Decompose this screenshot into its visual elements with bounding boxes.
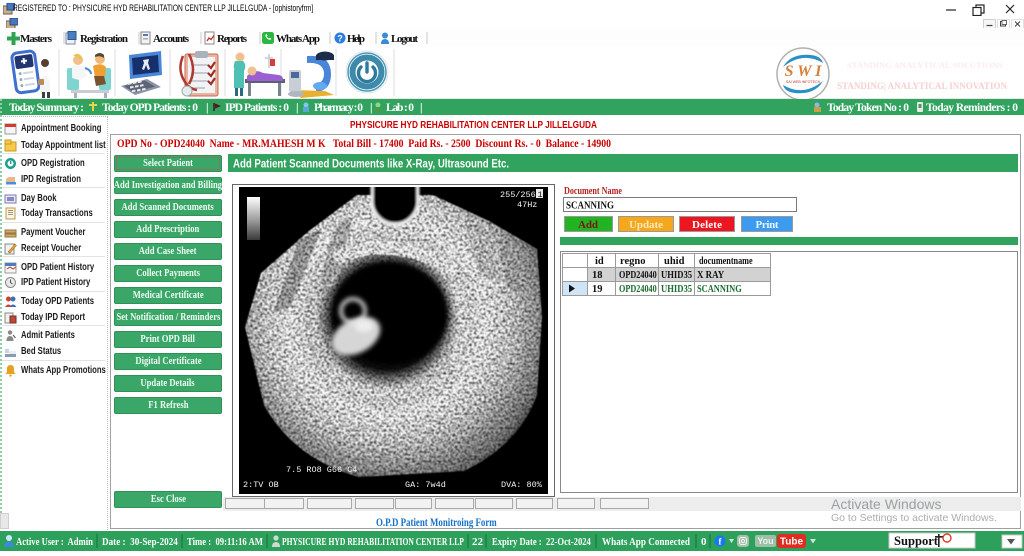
svg-text:STANDING| ANALYTICAL INNOVATIO: STANDING| ANALYTICAL INNOVATION xyxy=(837,81,1007,91)
svg-text:Help: Help xyxy=(347,33,365,45)
svg-text:Document Name: Document Name xyxy=(564,185,623,198)
svg-text:Reports: Reports xyxy=(217,33,248,45)
svg-text:SCANNING: SCANNING xyxy=(697,284,742,295)
svg-text:Support: Support xyxy=(894,533,939,548)
svg-text:regno: regno xyxy=(620,256,645,267)
svg-text:S W I: S W I xyxy=(785,63,823,80)
svg-text:Pharmacy : 0: Pharmacy : 0 xyxy=(314,102,363,114)
svg-text:Active User : Admin: Active User : Admin xyxy=(16,536,93,548)
svg-text:|: | xyxy=(420,102,423,114)
svg-text:IPD Patients : 0: IPD Patients : 0 xyxy=(225,102,289,114)
svg-text:|: | xyxy=(370,102,373,114)
svg-text:|: | xyxy=(206,102,209,114)
svg-text:X RAY: X RAY xyxy=(697,269,724,281)
svg-text:PHYSICURE HYD REHABILITATION C: PHYSICURE HYD REHABILITATION CENTER LLP … xyxy=(350,120,597,131)
svg-text:1: 1 xyxy=(538,190,543,200)
svg-text:Time : 09:11:16 AM: Time : 09:11:16 AM xyxy=(187,536,263,548)
svg-text:OPD24040: OPD24040 xyxy=(619,284,657,295)
svg-text:Today Token No : 0: Today Token No : 0 xyxy=(827,102,909,114)
svg-text:PHYSICURE HYD REHABILITATION C: PHYSICURE HYD REHABILITATION CENTER LLP xyxy=(282,537,464,549)
svg-text:Masters: Masters xyxy=(20,33,53,45)
svg-text:Accounts: Accounts xyxy=(153,33,190,45)
svg-text:Registration: Registration xyxy=(80,33,128,45)
svg-text:id: id xyxy=(595,256,604,267)
svg-text:OPD No - OPD24040 Name - MR.M: OPD No - OPD24040 Name - MR.MAHESH M K T… xyxy=(117,138,611,150)
svg-text:?: ? xyxy=(337,34,343,44)
svg-text:Today OPD Patients : 0: Today OPD Patients : 0 xyxy=(102,102,198,114)
svg-text:GA: 7w4d: GA: 7w4d xyxy=(405,480,446,490)
svg-text:STANDING ANALYTICAL SOLUTIONS: STANDING ANALYTICAL SOLUTIONS xyxy=(847,60,1003,70)
svg-text:7.5 RO8 G66 C4: 7.5 RO8 G66 C4 xyxy=(286,465,357,475)
svg-text:Delete: Delete xyxy=(692,219,722,231)
svg-text:Whats App: Whats App xyxy=(276,33,320,45)
svg-text:Print: Print xyxy=(756,219,779,231)
svg-text:Expiry Date : 22-Oct-2024: Expiry Date : 22-Oct-2024 xyxy=(492,536,591,548)
svg-text:|: | xyxy=(296,102,299,114)
svg-text:Update: Update xyxy=(629,219,663,231)
svg-text:255/256: 255/256 xyxy=(500,190,536,200)
svg-text:Add: Add xyxy=(578,219,598,231)
svg-text:You: You xyxy=(757,536,773,546)
svg-text:Today Reminders : 0: Today Reminders : 0 xyxy=(926,102,1018,114)
svg-text:OPD24040: OPD24040 xyxy=(619,270,657,281)
svg-text:DVA: 80%: DVA: 80% xyxy=(501,480,543,490)
svg-text:Add Patient Scanned Documents: Add Patient Scanned Documents like X-Ray… xyxy=(233,157,509,171)
svg-text:UHID35: UHID35 xyxy=(661,283,692,295)
svg-text:2:TV OB: 2:TV OB xyxy=(243,480,279,490)
svg-text:UHID35: UHID35 xyxy=(661,269,692,281)
svg-text:O.P.D Patient Monitroing Form: O.P.D Patient Monitroing Form xyxy=(376,517,497,529)
svg-text:47Hz: 47Hz xyxy=(517,200,537,210)
svg-text:documentname: documentname xyxy=(699,256,753,267)
svg-text:SAI WEB INFOTECH: SAI WEB INFOTECH xyxy=(786,80,821,84)
svg-text:Tube: Tube xyxy=(780,537,804,548)
svg-text:Lab : 0: Lab : 0 xyxy=(386,102,414,114)
svg-text:22: 22 xyxy=(472,536,484,548)
svg-text:Today Summary :: Today Summary : xyxy=(9,102,84,114)
svg-text:Logout: Logout xyxy=(391,33,418,45)
svg-text:18: 18 xyxy=(592,270,603,281)
svg-text:SCANNING: SCANNING xyxy=(566,200,614,212)
svg-text:0: 0 xyxy=(701,536,707,548)
svg-text:Date : 30-Sep-2024: Date : 30-Sep-2024 xyxy=(102,536,178,548)
svg-text:Whats App Connected: Whats App Connected xyxy=(602,536,690,548)
svg-text:uhid: uhid xyxy=(664,256,685,267)
svg-text:19: 19 xyxy=(592,284,603,295)
